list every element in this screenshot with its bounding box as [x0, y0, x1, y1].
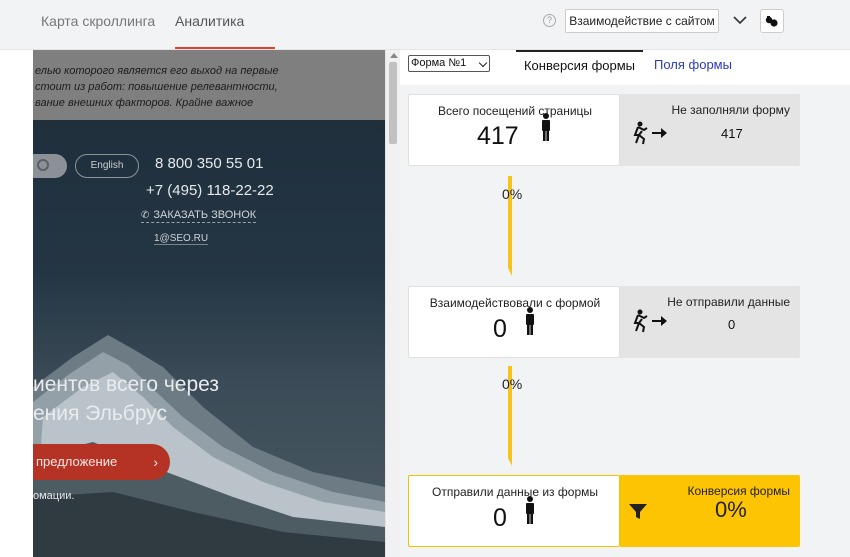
funnel-step-title: Всего посещений страницы: [437, 104, 593, 118]
form-select-value: Форма №1: [411, 57, 467, 69]
funnel-step-submitted: Отправили данные из формы 0 Конверсия фо…: [408, 475, 800, 547]
search-input[interactable]: [33, 154, 67, 178]
chevron-right-icon: ›: [153, 454, 158, 470]
funnel-step-value: 0: [493, 315, 507, 343]
funnel-step-main: Отправили данные из формы 0: [408, 475, 620, 547]
tab-form-analytics[interactable]: Аналитика форм: [175, 0, 275, 71]
info-text: омации.: [33, 490, 75, 502]
funnel-step-main: Взаимодействовали с формой 0: [408, 286, 620, 358]
conversion-value: 0%: [715, 497, 747, 522]
hero-headline: иентов всего через ения Эльбрус: [33, 370, 219, 428]
preview-text-line: елью которого является его выход на перв…: [35, 65, 279, 77]
search-icon: [37, 159, 49, 171]
preview-text-line: вание внешних факторов. Крайне важное: [35, 97, 254, 109]
top-bar: Карта скроллинга Аналитика форм ? Взаимо…: [0, 0, 850, 71]
dropoff-title: Не заполняли форму: [671, 103, 790, 117]
logo-glyph: [765, 16, 778, 27]
site-preview: елью которого является его выход на перв…: [33, 50, 385, 557]
form-analytics-panel: Форма №1 Конверсия формы Поля формы Всег…: [400, 50, 850, 557]
language-button[interactable]: English: [75, 154, 139, 178]
funnel-step-interacted: Взаимодействовали с формой 0 Не отправил…: [408, 286, 800, 358]
email-link[interactable]: 1@SEO.RU: [154, 233, 209, 245]
callback-link[interactable]: ✆ ЗАКАЗАТЬ ЗВОНОК: [141, 209, 257, 223]
offer-button[interactable]: предложение ›: [33, 444, 170, 480]
chevron-down-icon: [478, 58, 488, 68]
tab-form-conversion[interactable]: Конверсия формы: [516, 50, 643, 80]
headline-line: ения Эльбрус: [33, 402, 168, 425]
person-icon: [526, 496, 534, 524]
runner-exit-icon: [633, 309, 667, 333]
scroll-up-icon[interactable]: [390, 53, 398, 58]
tab-scroll-map[interactable]: Карта скроллинга: [41, 0, 155, 50]
preview-text-line: стоит из работ: повышение релевантности,: [35, 81, 278, 93]
dropoff-value: 0: [728, 317, 736, 332]
connector-percent: 0%: [502, 376, 523, 392]
preview-scrollbar[interactable]: [385, 50, 400, 557]
funnel-dropoff: Не заполняли форму 417: [620, 94, 800, 166]
metrika-logo-icon[interactable]: [760, 9, 784, 33]
funnel-step-visits: Всего посещений страницы 417 Не заполнял…: [408, 94, 800, 166]
phone-number[interactable]: 8 800 350 55 01: [155, 155, 263, 172]
offer-button-label: предложение: [36, 454, 118, 469]
callback-label: ЗАКАЗАТЬ ЗВОНОК: [153, 209, 257, 221]
funnel-step-title: Взаимодействовали с формой: [429, 296, 601, 310]
scroll-thumb[interactable]: [389, 62, 397, 144]
person-icon: [526, 307, 534, 335]
conversion-title: Конверсия формы: [687, 484, 790, 498]
help-icon[interactable]: ?: [543, 14, 556, 27]
tab-form-fields[interactable]: Поля формы: [654, 50, 732, 80]
funnel-dropoff: Не отправили данные 0: [620, 286, 800, 358]
headline-line: иентов всего через: [33, 373, 220, 396]
funnel-step-title: Отправили данные из формы: [432, 485, 598, 499]
chevron-down-icon[interactable]: [732, 12, 748, 28]
preview-text-block: елью которого является его выход на перв…: [33, 50, 385, 120]
interact-with-site-button[interactable]: Взаимодействие с сайтом: [565, 9, 719, 33]
funnel-step-main: Всего посещений страницы 417: [408, 94, 620, 166]
funnel-step-value: 0: [493, 504, 507, 532]
connector-percent: 0%: [502, 186, 523, 202]
funnel-step-value: 417: [477, 122, 519, 150]
form-select[interactable]: Форма №1: [408, 55, 490, 72]
dropoff-title: Не отправили данные: [667, 295, 790, 309]
phone-number-moscow[interactable]: +7 (495) 118-22-22: [146, 182, 274, 199]
form-conversion-summary: Конверсия формы 0%: [620, 475, 800, 547]
hero-banner: English 8 800 350 55 01 +7 (495) 118-22-…: [33, 120, 385, 557]
dropoff-value: 417: [721, 126, 743, 141]
phone-icon: ✆: [141, 210, 150, 221]
funnel-icon: [629, 504, 647, 519]
analytics-tabs: Форма №1 Конверсия формы Поля формы: [400, 50, 850, 85]
person-icon: [542, 113, 550, 141]
runner-exit-icon: [633, 121, 667, 145]
